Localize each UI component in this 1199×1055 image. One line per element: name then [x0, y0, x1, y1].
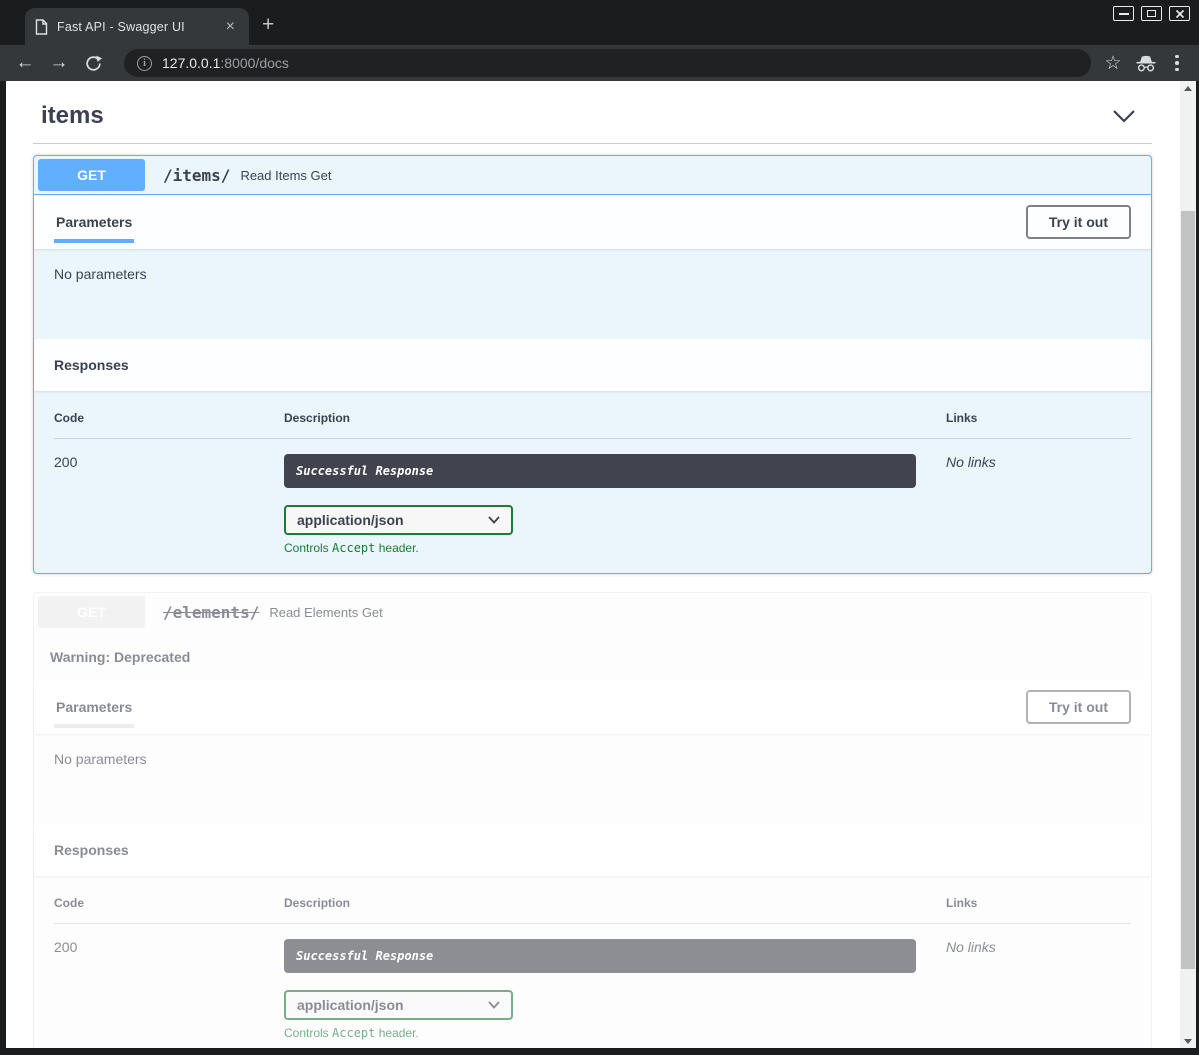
reload-icon[interactable] [80, 50, 106, 76]
page-document-icon [35, 19, 48, 35]
site-info-icon[interactable]: i [137, 56, 152, 71]
response-links: No links [946, 454, 1131, 555]
responses-table: Code Description Links 200 Successful Re… [34, 876, 1151, 1048]
back-icon[interactable]: ← [12, 50, 38, 76]
close-button[interactable] [1169, 6, 1190, 21]
scrollbar-up-arrow[interactable] [1180, 81, 1196, 95]
try-it-out-button[interactable]: Try it out [1026, 690, 1131, 724]
method-badge: GET [38, 596, 145, 628]
responses-table-head: Code Description Links [54, 411, 1131, 439]
select-chevron-icon [488, 516, 500, 524]
operation-path: /elements/ [157, 603, 269, 622]
minimize-button[interactable] [1113, 6, 1134, 21]
browser-toolbar: ← → i 127.0.0.1:8000/docs ☆ [0, 45, 1199, 81]
description-column-header: Description [284, 411, 946, 425]
operation-summary[interactable]: GET /items/ Read Items Get [34, 156, 1151, 195]
bookmark-star-icon[interactable]: ☆ [1101, 52, 1125, 75]
window-controls [1113, 6, 1190, 21]
tab-strip: Fast API - Swagger UI × + [0, 0, 1199, 45]
operation-description: Read Elements Get [269, 605, 382, 620]
response-description-cell: Successful Response application/json Con… [284, 454, 946, 555]
responses-title: Responses [54, 357, 129, 373]
response-code: 200 [54, 939, 284, 1040]
browser-menu-icon[interactable] [1167, 51, 1187, 76]
no-parameters-message: No parameters [34, 734, 1151, 824]
description-column-header: Description [284, 896, 946, 910]
select-chevron-icon [488, 1001, 500, 1009]
responses-title: Responses [54, 842, 129, 858]
response-row: 200 Successful Response application/json… [54, 924, 1131, 1040]
operation-description: Read Items Get [240, 168, 331, 183]
code-column-header: Code [54, 411, 284, 425]
no-parameters-message: No parameters [34, 249, 1151, 339]
toolbar-right: ☆ [1101, 51, 1187, 76]
media-type-select[interactable]: application/json [284, 990, 513, 1020]
page-scrollbar [1180, 81, 1196, 1048]
tab-close-icon[interactable]: × [222, 18, 239, 36]
media-type-value: application/json [297, 512, 404, 528]
tag-title: items [41, 102, 104, 130]
chevron-down-icon[interactable] [1112, 109, 1136, 123]
response-description-cell: Successful Response application/json Con… [284, 939, 946, 1040]
scrollbar-down-arrow[interactable] [1180, 1034, 1196, 1048]
parameters-tab[interactable]: Parameters [54, 201, 134, 243]
operation-path: /items/ [157, 166, 240, 185]
operation-summary[interactable]: GET /elements/ Read Elements Get [34, 593, 1151, 631]
responses-table: Code Description Links 200 Successful Re… [34, 391, 1151, 573]
parameters-header: Parameters Try it out [34, 195, 1151, 249]
swagger-ui: items GET /items/ Read Items Get Paramet… [6, 81, 1180, 1048]
deprecated-warning: Warning: Deprecated [34, 631, 1151, 680]
tab-title: Fast API - Swagger UI [57, 20, 222, 34]
parameters-header: Parameters Try it out [34, 680, 1151, 734]
browser-window: { "window": { "tab": { "title": "Fast AP… [0, 0, 1199, 1055]
responses-table-head: Code Description Links [54, 896, 1131, 924]
try-it-out-button[interactable]: Try it out [1026, 205, 1131, 239]
media-type-select[interactable]: application/json [284, 505, 513, 535]
links-column-header: Links [946, 411, 1131, 425]
response-code: 200 [54, 454, 284, 555]
opblock-get-items: GET /items/ Read Items Get Parameters Tr… [33, 155, 1152, 574]
url-path: :8000/docs [220, 55, 289, 71]
responses-header: Responses [34, 824, 1151, 876]
accept-header-hint: Controls Accept header. [284, 541, 916, 555]
links-column-header: Links [946, 896, 1131, 910]
response-description: Successful Response [284, 454, 916, 488]
scrollbar-thumb[interactable] [1181, 211, 1195, 969]
code-column-header: Code [54, 896, 284, 910]
method-badge: GET [38, 159, 145, 191]
parameters-tab[interactable]: Parameters [54, 686, 134, 728]
response-links: No links [946, 939, 1131, 1040]
address-bar[interactable]: i 127.0.0.1:8000/docs [124, 49, 1091, 77]
maximize-button[interactable] [1141, 6, 1162, 21]
url-host: 127.0.0.1 [162, 55, 220, 71]
media-type-value: application/json [297, 997, 404, 1013]
forward-icon[interactable]: → [46, 50, 72, 76]
tag-section-header[interactable]: items [33, 89, 1152, 144]
responses-header: Responses [34, 339, 1151, 391]
accept-header-hint: Controls Accept header. [284, 1026, 916, 1040]
opblock-get-elements-deprecated: GET /elements/ Read Elements Get Warning… [33, 592, 1152, 1048]
browser-tab[interactable]: Fast API - Swagger UI × [25, 8, 249, 45]
page-content: items GET /items/ Read Items Get Paramet… [6, 81, 1180, 1048]
response-row: 200 Successful Response application/json… [54, 439, 1131, 555]
new-tab-button[interactable]: + [262, 13, 274, 37]
response-description: Successful Response [284, 939, 916, 973]
incognito-icon [1134, 54, 1158, 73]
